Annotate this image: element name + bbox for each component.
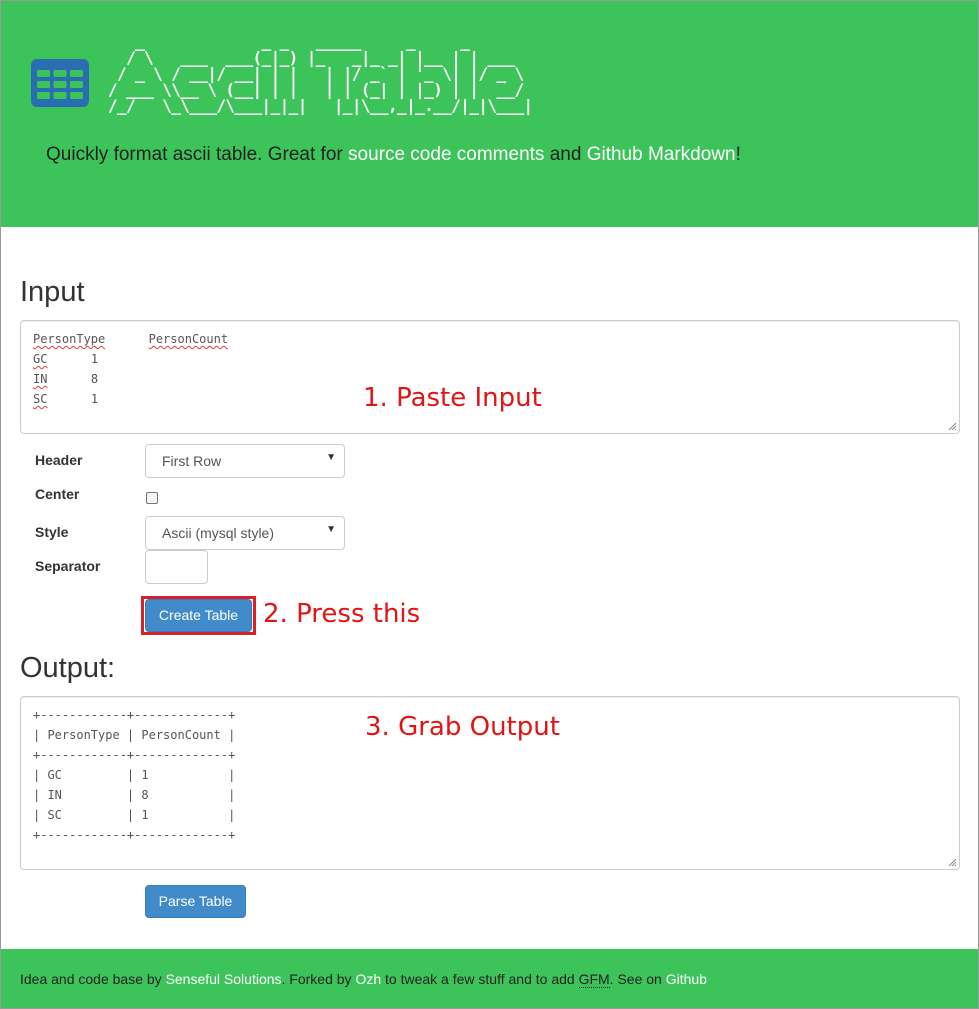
parse-table-button[interactable]: Parse Table [145, 885, 246, 918]
separator-input[interactable] [145, 550, 208, 584]
input-cell: IN [33, 372, 48, 386]
output-line: +------------+-------------+ [33, 748, 236, 762]
input-cell: 1 [90, 352, 99, 366]
style-select[interactable]: Ascii (mysql style) ▼ [145, 516, 345, 550]
ozh-link[interactable]: Ozh [355, 971, 381, 987]
footer-text-part: . See on [609, 971, 666, 987]
output-heading: Output: [20, 652, 116, 684]
center-label: Center [35, 486, 80, 502]
github-link[interactable]: Github [666, 971, 707, 987]
footer-text-part: . Forked by [281, 971, 356, 987]
tagline-text: Quickly format ascii table. Great for [46, 144, 348, 165]
annotation-paste-input: 1. Paste Input [363, 383, 542, 413]
style-select-value: Ascii (mysql style) [162, 525, 275, 541]
annotation-grab-output: 3. Grab Output [365, 712, 560, 742]
input-heading: Input [20, 276, 85, 308]
site-footer: Idea and code base by Senseful Solutions… [0, 949, 979, 1009]
footer-text: Idea and code base by Senseful Solutions… [20, 971, 707, 988]
tagline-text: ! [735, 144, 741, 165]
senseful-solutions-link[interactable]: Senseful Solutions [166, 971, 282, 987]
site-header: _ _ _ _____ _ _ / \ ___ ___(_|_) |_ _|_ … [0, 0, 979, 227]
input-cell: 1 [90, 392, 99, 406]
input-cell: SC [33, 392, 48, 406]
style-label: Style [35, 524, 69, 540]
output-line: | GC | 1 | [33, 768, 236, 782]
resize-grip-icon[interactable] [948, 422, 957, 431]
source-code-comments-link[interactable]: source code comments [348, 144, 544, 165]
table-icon [31, 59, 89, 107]
footer-text-part: Idea and code base by [20, 971, 166, 987]
input-cell: 8 [90, 372, 99, 386]
input-cell: GC [33, 352, 48, 366]
chevron-down-icon: ▼ [326, 452, 336, 463]
output-text: +------------+-------------+ | PersonTyp… [33, 705, 235, 845]
tagline: Quickly format ascii table. Great for so… [46, 144, 741, 166]
tagline-text: and [544, 144, 587, 165]
gfm-abbr: GFM [578, 971, 610, 988]
output-line: +------------+-------------+ [33, 828, 236, 842]
ascii-logo: _ _ _ _____ _ _ / \ ___ ___(_|_) |_ _|_ … [108, 32, 533, 115]
input-cell: PersonCount [148, 332, 229, 346]
output-line: | SC | 1 | [33, 808, 236, 822]
resize-grip-icon[interactable] [948, 858, 957, 867]
output-line: | IN | 8 | [33, 788, 236, 802]
header-label: Header [35, 452, 83, 468]
input-textarea[interactable]: PersonType PersonCount GC 1 IN 8 SC 1 [20, 320, 960, 434]
chevron-down-icon: ▼ [326, 524, 336, 535]
output-line: | PersonType | PersonCount | [33, 728, 236, 742]
separator-label: Separator [35, 558, 101, 574]
input-text: PersonType PersonCount GC 1 IN 8 SC 1 [33, 329, 228, 409]
center-checkbox[interactable] [146, 492, 158, 504]
header-select-value: First Row [162, 453, 222, 469]
footer-text-part: to tweak a few stuff and to add [381, 971, 579, 987]
header-select[interactable]: First Row ▼ [145, 444, 345, 478]
annotation-press-this: 2. Press this [263, 599, 421, 629]
create-table-button[interactable]: Create Table [145, 599, 252, 632]
github-markdown-link[interactable]: Github Markdown [587, 144, 736, 165]
input-cell: PersonType [33, 332, 106, 346]
output-line: +------------+-------------+ [33, 708, 236, 722]
